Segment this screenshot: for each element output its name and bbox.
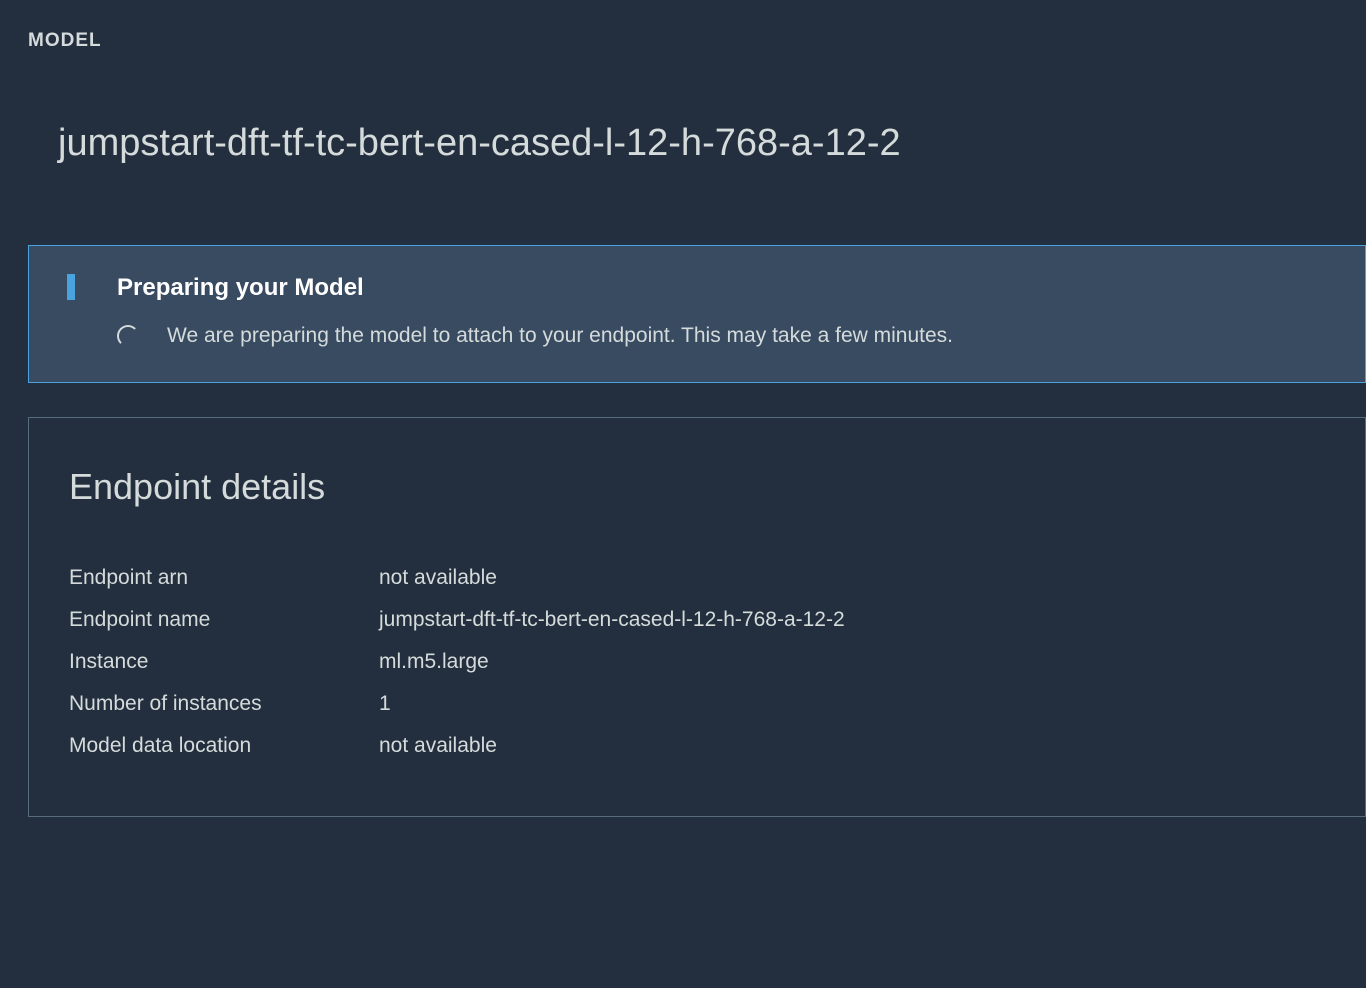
detail-row-endpoint-name: Endpoint name jumpstart-dft-tf-tc-bert-e… [69, 608, 1325, 632]
detail-value: 1 [379, 692, 1325, 716]
notification-body: We are preparing the model to attach to … [117, 324, 1335, 348]
notification-title: Preparing your Model [117, 274, 1335, 302]
detail-label: Endpoint name [69, 608, 379, 632]
detail-row-endpoint-arn: Endpoint arn not available [69, 566, 1325, 590]
detail-label: Instance [69, 650, 379, 674]
detail-value: jumpstart-dft-tf-tc-bert-en-cased-l-12-h… [379, 608, 1325, 632]
detail-label: Number of instances [69, 692, 379, 716]
endpoint-details-panel: Endpoint details Endpoint arn not availa… [28, 417, 1366, 817]
detail-row-instance: Instance ml.m5.large [69, 650, 1325, 674]
model-title: jumpstart-dft-tf-tc-bert-en-cased-l-12-h… [0, 52, 1366, 165]
notification-accent-bar [67, 274, 75, 300]
detail-label: Endpoint arn [69, 566, 379, 590]
loading-spinner-icon [117, 325, 139, 347]
notification-panel: Preparing your Model We are preparing th… [28, 245, 1366, 383]
detail-row-model-data-location: Model data location not available [69, 734, 1325, 758]
detail-value: ml.m5.large [379, 650, 1325, 674]
detail-row-num-instances: Number of instances 1 [69, 692, 1325, 716]
detail-label: Model data location [69, 734, 379, 758]
detail-value: not available [379, 734, 1325, 758]
details-heading: Endpoint details [69, 466, 1325, 508]
notification-message: We are preparing the model to attach to … [167, 324, 953, 348]
detail-value: not available [379, 566, 1325, 590]
section-label: MODEL [0, 0, 1366, 52]
